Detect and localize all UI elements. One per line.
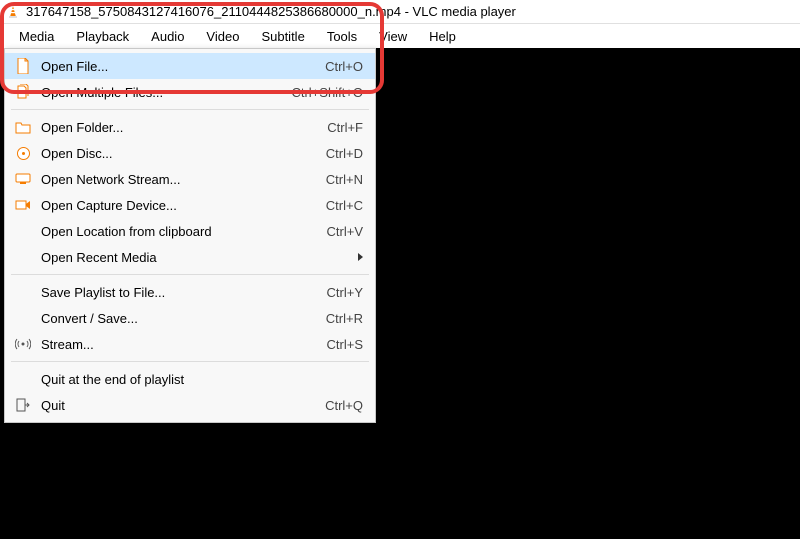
menu-item-label: Open Folder... [41, 120, 283, 135]
menu-view[interactable]: View [368, 26, 418, 47]
submenu-arrow-icon [358, 253, 363, 261]
capture-icon [13, 197, 33, 213]
menu-item-label: Quit at the end of playlist [41, 372, 283, 387]
menu-item-shortcut: Ctrl+O [283, 59, 363, 74]
menu-item-label: Open File... [41, 59, 283, 74]
stream-icon [13, 336, 33, 352]
vlc-cone-icon [6, 5, 20, 19]
menu-open-folder[interactable]: Open Folder... Ctrl+F [5, 114, 375, 140]
menu-item-shortcut: Ctrl+N [283, 172, 363, 187]
media-dropdown: Open File... Ctrl+O Open Multiple Files.… [4, 48, 376, 423]
folder-icon [13, 119, 33, 135]
title-bar: 317647158_5750843127416076_2110444825386… [0, 0, 800, 24]
menu-item-shortcut: Ctrl+Y [283, 285, 363, 300]
menu-playback[interactable]: Playback [65, 26, 140, 47]
files-icon [13, 84, 33, 100]
menu-save-playlist[interactable]: Save Playlist to File... Ctrl+Y [5, 279, 375, 305]
disc-icon [13, 145, 33, 161]
blank-icon [13, 223, 33, 239]
menu-subtitle[interactable]: Subtitle [250, 26, 315, 47]
menu-item-shortcut: Ctrl+C [283, 198, 363, 213]
menu-open-clipboard[interactable]: Open Location from clipboard Ctrl+V [5, 218, 375, 244]
menu-item-label: Open Recent Media [41, 250, 358, 265]
blank-icon [13, 310, 33, 326]
menu-item-label: Open Multiple Files... [41, 85, 283, 100]
menu-convert-save[interactable]: Convert / Save... Ctrl+R [5, 305, 375, 331]
menu-item-label: Open Capture Device... [41, 198, 283, 213]
menu-item-label: Save Playlist to File... [41, 285, 283, 300]
menu-tools[interactable]: Tools [316, 26, 368, 47]
menu-item-label: Quit [41, 398, 283, 413]
menu-open-multiple[interactable]: Open Multiple Files... Ctrl+Shift+O [5, 79, 375, 105]
blank-icon [13, 371, 33, 387]
blank-icon [13, 284, 33, 300]
menu-media[interactable]: Media [8, 26, 65, 47]
menu-open-capture[interactable]: Open Capture Device... Ctrl+C [5, 192, 375, 218]
menu-quit-end[interactable]: Quit at the end of playlist [5, 366, 375, 392]
blank-icon [13, 249, 33, 265]
menu-item-shortcut: Ctrl+V [283, 224, 363, 239]
menu-open-file[interactable]: Open File... Ctrl+O [5, 53, 375, 79]
menu-item-label: Convert / Save... [41, 311, 283, 326]
menu-separator [11, 361, 369, 362]
window-title: 317647158_5750843127416076_2110444825386… [26, 4, 516, 19]
menu-item-label: Open Disc... [41, 146, 283, 161]
menu-item-label: Open Location from clipboard [41, 224, 283, 239]
menu-stream[interactable]: Stream... Ctrl+S [5, 331, 375, 357]
network-icon [13, 171, 33, 187]
menu-separator [11, 274, 369, 275]
menu-video[interactable]: Video [195, 26, 250, 47]
menu-open-network[interactable]: Open Network Stream... Ctrl+N [5, 166, 375, 192]
menu-item-label: Stream... [41, 337, 283, 352]
menu-quit[interactable]: Quit Ctrl+Q [5, 392, 375, 418]
menu-item-shortcut: Ctrl+R [283, 311, 363, 326]
menu-item-shortcut: Ctrl+F [283, 120, 363, 135]
menu-audio[interactable]: Audio [140, 26, 195, 47]
file-icon [13, 58, 33, 74]
menu-item-shortcut: Ctrl+Shift+O [283, 85, 363, 100]
menu-separator [11, 109, 369, 110]
menu-bar: Media Playback Audio Video Subtitle Tool… [0, 24, 800, 48]
menu-item-shortcut: Ctrl+D [283, 146, 363, 161]
menu-open-recent[interactable]: Open Recent Media [5, 244, 375, 270]
menu-item-shortcut: Ctrl+Q [283, 398, 363, 413]
quit-icon [13, 397, 33, 413]
menu-help[interactable]: Help [418, 26, 467, 47]
menu-open-disc[interactable]: Open Disc... Ctrl+D [5, 140, 375, 166]
menu-item-label: Open Network Stream... [41, 172, 283, 187]
menu-item-shortcut: Ctrl+S [283, 337, 363, 352]
